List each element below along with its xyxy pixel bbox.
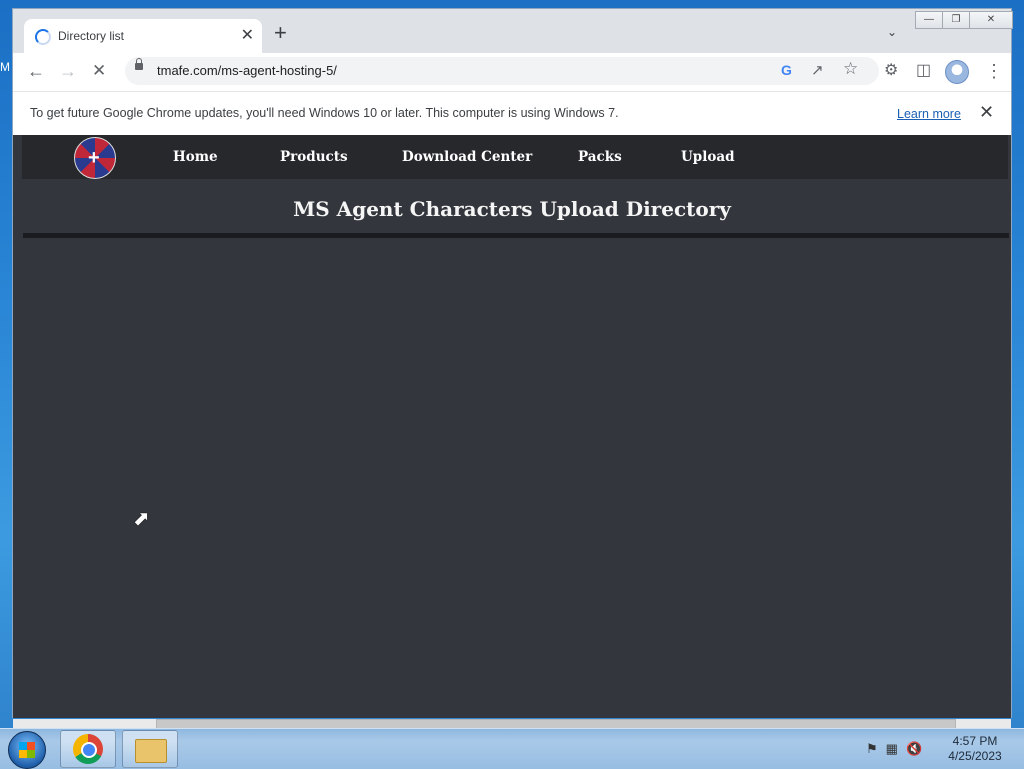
clock-time: 4:57 PM <box>952 734 998 748</box>
menu-kebab-icon[interactable]: ⋮ <box>985 61 1003 81</box>
minimize-button[interactable]: — <box>915 11 943 29</box>
tab-title: Directory list <box>58 29 125 43</box>
chrome-icon <box>73 734 103 764</box>
google-translate-icon[interactable]: G <box>781 62 792 78</box>
learn-more-link[interactable]: Learn more <box>897 107 961 121</box>
nav-packs[interactable]: Packs <box>578 149 622 165</box>
infobar-close-button[interactable]: ✕ <box>979 102 994 123</box>
nav-home[interactable]: Home <box>173 149 218 165</box>
lock-icon[interactable] <box>135 58 143 70</box>
new-tab-button[interactable]: + <box>274 22 287 44</box>
site-nav: + Home Products Download Center Packs Up… <box>22 135 1008 179</box>
side-panel-icon[interactable]: ◫ <box>916 61 931 81</box>
chrome-window: Directory list ✕ + ⌄ — ❐ ✕ ← → ✕ tmafe.c… <box>12 8 1013 729</box>
clock-date: 4/25/2023 <box>948 749 1002 763</box>
nav-upload[interactable]: Upload <box>681 149 735 165</box>
nav-download-center[interactable]: Download Center <box>402 149 532 165</box>
cross-icon: + <box>88 147 100 169</box>
profile-avatar[interactable] <box>945 60 969 84</box>
bookmark-star-icon[interactable]: ☆ <box>843 59 858 79</box>
forward-arrow-icon[interactable]: → <box>59 61 77 81</box>
update-infobar: To get future Google Chrome updates, you… <box>13 91 1011 135</box>
back-arrow-icon[interactable]: ← <box>27 61 45 81</box>
close-window-button[interactable]: ✕ <box>969 11 1013 29</box>
tab-close-button[interactable]: ✕ <box>241 25 254 45</box>
page-content: + Home Products Download Center Packs Up… <box>13 135 1011 718</box>
volume-muted-icon[interactable]: 🔇 <box>906 741 922 757</box>
site-logo[interactable]: + <box>74 137 116 179</box>
taskbar-chrome-button[interactable] <box>60 730 116 768</box>
network-icon[interactable]: ▦ <box>886 741 898 757</box>
share-icon[interactable]: ↗ <box>811 61 824 79</box>
url-text[interactable]: tmafe.com/ms-agent-hosting-5/ <box>157 63 337 78</box>
desktop-icon-label-fragment: M <box>0 60 10 74</box>
browser-toolbar: ← → ✕ tmafe.com/ms-agent-hosting-5/ G ↗ … <box>13 53 1011 91</box>
system-clock[interactable]: 4:57 PM 4/25/2023 <box>940 734 1010 764</box>
tab-search-chevron-icon[interactable]: ⌄ <box>887 25 897 39</box>
folder-icon <box>135 739 167 763</box>
restore-button[interactable]: ❐ <box>942 11 970 29</box>
taskbar-explorer-button[interactable] <box>122 730 178 768</box>
action-center-flag-icon[interactable]: ⚑ <box>866 741 878 757</box>
loading-spinner-icon <box>35 29 51 45</box>
title-divider <box>23 233 1009 238</box>
page-title: MS Agent Characters Upload Directory <box>293 197 731 221</box>
windows-taskbar: ⚑ ▦ 🔇 4:57 PM 4/25/2023 <box>0 728 1024 769</box>
stop-loading-icon[interactable]: ✕ <box>92 61 106 81</box>
start-button[interactable] <box>8 731 46 769</box>
mouse-pointer-icon: ⬈ <box>133 508 150 530</box>
nav-products[interactable]: Products <box>280 149 348 165</box>
tab-directory-list[interactable]: Directory list ✕ <box>24 19 262 53</box>
extensions-puzzle-icon[interactable]: ⚙ <box>884 61 898 81</box>
infobar-message: To get future Google Chrome updates, you… <box>30 106 619 120</box>
window-controls: — ❐ ✕ <box>915 11 1013 29</box>
system-tray: ⚑ ▦ 🔇 <box>866 741 922 757</box>
address-bar[interactable]: tmafe.com/ms-agent-hosting-5/ G ↗ ☆ <box>125 57 879 85</box>
windows-logo-icon <box>19 742 35 758</box>
tab-strip: Directory list ✕ + ⌄ — ❐ ✕ <box>13 9 1013 53</box>
